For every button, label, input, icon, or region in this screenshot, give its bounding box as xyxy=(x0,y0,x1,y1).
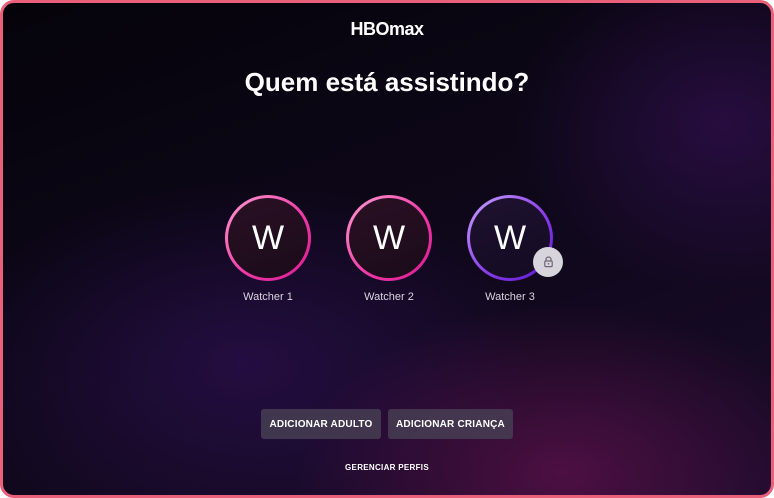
profile-watcher-3[interactable]: W Watcher 3 xyxy=(455,195,565,303)
profile-watcher-1[interactable]: W Watcher 1 xyxy=(213,195,323,303)
profile-avatar[interactable]: W xyxy=(225,195,311,281)
brand-logo-hbo: HBO xyxy=(350,19,389,39)
profile-initial: W xyxy=(228,198,308,278)
add-adult-button[interactable]: ADICIONAR ADULTO xyxy=(261,409,381,439)
profile-avatar[interactable]: W xyxy=(346,195,432,281)
profile-avatar[interactable]: W xyxy=(467,195,563,281)
profile-watcher-2[interactable]: W Watcher 2 xyxy=(334,195,444,303)
profile-initial: W xyxy=(349,198,429,278)
profile-name: Watcher 1 xyxy=(243,291,293,303)
page-title: Quem está assistindo? xyxy=(244,67,530,97)
add-child-button[interactable]: ADICIONAR CRIANÇA xyxy=(388,409,513,439)
profile-name: Watcher 2 xyxy=(364,291,414,303)
lock-icon xyxy=(533,247,563,277)
brand-logo-max: max xyxy=(388,19,424,39)
brand-logo: HBOmax xyxy=(3,19,771,40)
manage-profiles-link[interactable]: GERENCIAR PERFIS xyxy=(3,463,771,472)
app-window: HBOmax Quem está assistindo? W Watcher 1… xyxy=(0,0,774,498)
profile-name: Watcher 3 xyxy=(485,291,535,303)
lock-icon-glyph xyxy=(543,256,553,268)
